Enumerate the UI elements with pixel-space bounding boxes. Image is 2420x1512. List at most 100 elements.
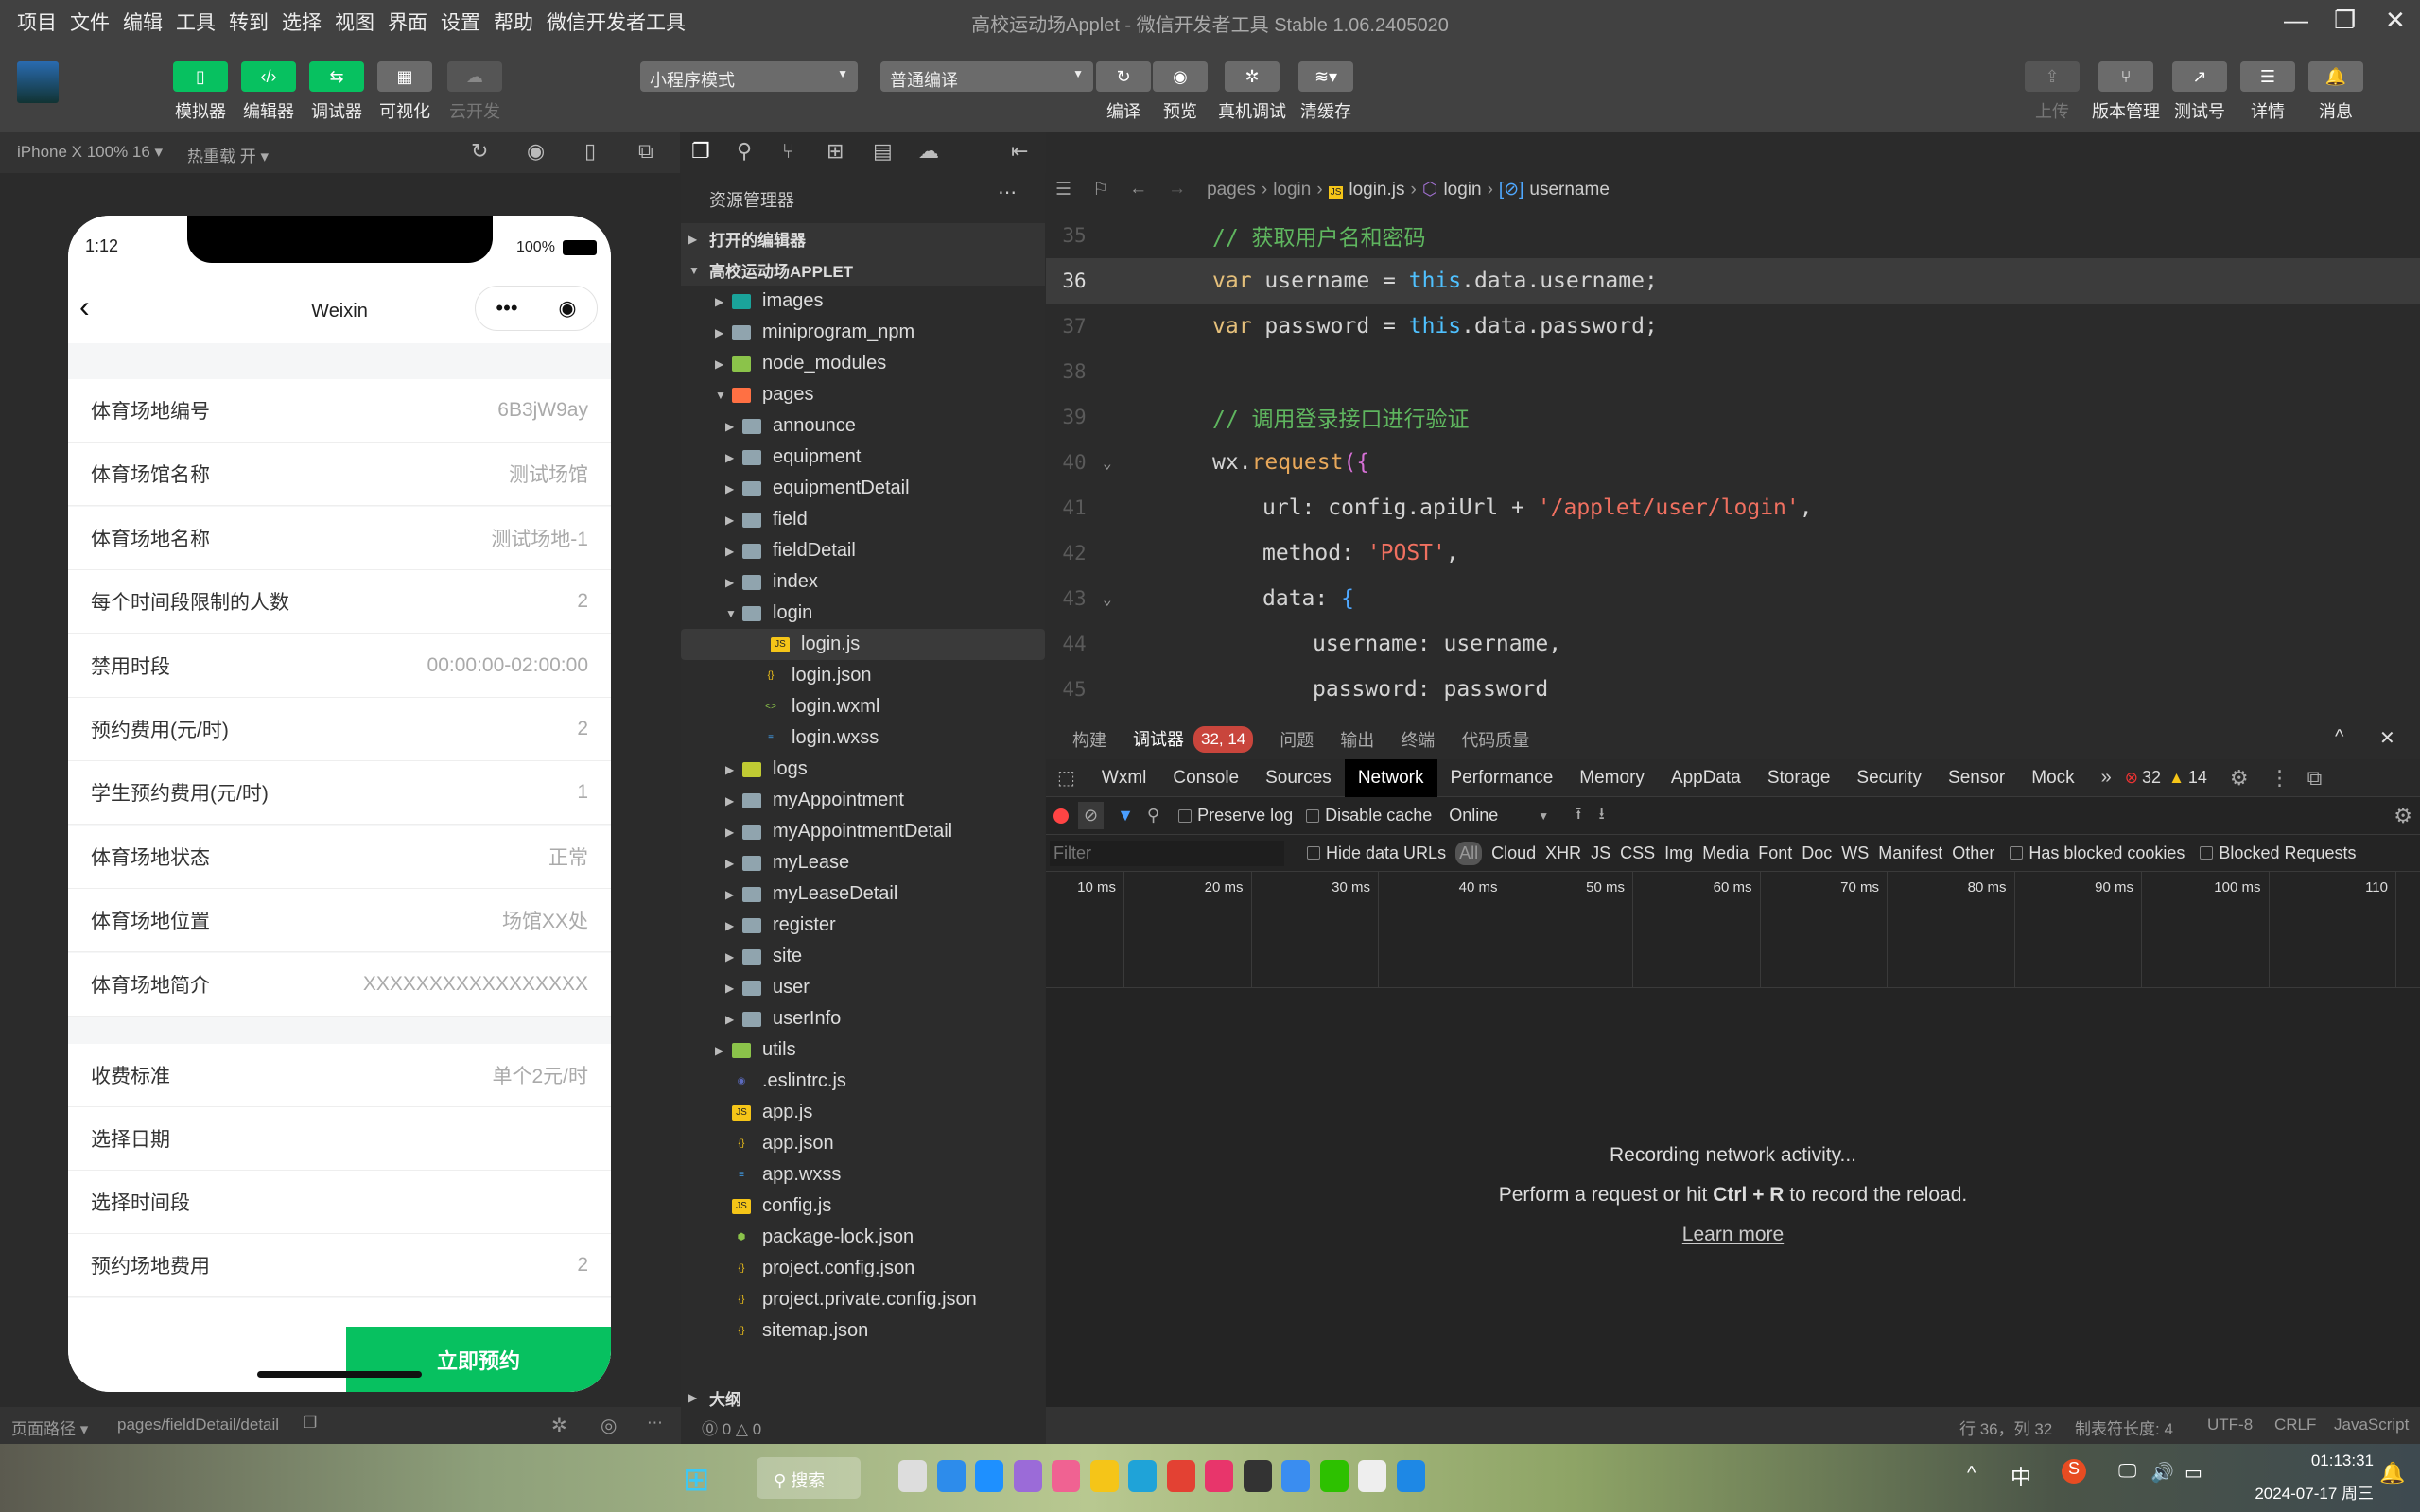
form-row[interactable]: 收费标准 单个2元/时 (68, 1044, 611, 1107)
status-more-icon[interactable]: ⋯ (647, 1414, 663, 1433)
code-line[interactable]: 44 username: username, (1046, 621, 2420, 667)
open-editors-section[interactable]: ▶ 打开的编辑器 (681, 223, 1045, 254)
volume-icon[interactable]: 🔊 (2150, 1461, 2174, 1485)
cloud-button[interactable]: ☁ (447, 61, 502, 92)
ime-indicator[interactable]: 中 (2011, 1461, 2031, 1491)
file-item[interactable]: JS login.js (681, 629, 1045, 660)
clock-time[interactable]: 01:13:31 (2232, 1451, 2374, 1470)
sogou-icon[interactable]: S (2062, 1459, 2086, 1484)
folder-item[interactable]: ▼ login (681, 598, 1045, 629)
external-button[interactable]: ↗ (2172, 61, 2227, 92)
file-item[interactable]: <> login.wxml (681, 691, 1045, 722)
windows-start-icon[interactable]: ⊞ (683, 1461, 710, 1499)
fold-chevron-icon[interactable]: ⌄ (1103, 590, 1122, 608)
debug-button[interactable]: ⇆ (309, 61, 364, 92)
book-now-button[interactable]: 立即预约 (346, 1327, 611, 1392)
folder-item[interactable]: ▶ myLeaseDetail (681, 878, 1045, 910)
breadcrumb-item[interactable]: login.js (1349, 180, 1404, 200)
problems-count[interactable]: ⓪ 0 △ 0 (702, 1416, 761, 1439)
dolphin-icon[interactable] (1281, 1460, 1310, 1492)
learn-more-link[interactable]: Learn more (1682, 1224, 1784, 1245)
file-item[interactable]: ≡ login.wxss (681, 722, 1045, 754)
code-line[interactable]: 40 ⌄ wx. request({ (1046, 440, 2420, 485)
close-miniprogram-icon[interactable]: ◉ (558, 296, 576, 321)
form-row[interactable]: 选择日期 (68, 1107, 611, 1171)
form-row[interactable]: 选择时间段 (68, 1171, 611, 1234)
folder-item[interactable]: ▶ field (681, 504, 1045, 535)
clock-date[interactable]: 2024-07-17 周三 (2213, 1480, 2374, 1503)
webstorm-icon[interactable] (1396, 1460, 1425, 1492)
explorer-more-icon[interactable]: ⋯ (998, 181, 1017, 204)
vscode-icon[interactable] (936, 1460, 966, 1492)
file-item[interactable]: ◉ .eslintrc.js (681, 1066, 1045, 1097)
code-line[interactable]: 39 // 调用登录接口进行验证 (1046, 394, 2420, 440)
forward-arrow-icon[interactable]: → (1168, 179, 1186, 200)
outline-list-icon[interactable]: ☰ (1055, 179, 1071, 200)
preview-eye-icon[interactable]: ◎ (601, 1414, 617, 1437)
code-line[interactable]: 38 (1046, 349, 2420, 394)
folder-item[interactable]: ▶ node_modules (681, 348, 1045, 379)
taskbar-search[interactable]: ⚲ 搜索 (757, 1457, 861, 1499)
file-item[interactable]: {} project.private.config.json (681, 1284, 1045, 1315)
mode-select[interactable]: 小程序模式 ▼ (640, 61, 858, 92)
folder-item[interactable]: ▶ equipmentDetail (681, 473, 1045, 504)
notification-bell-icon[interactable]: 🔔 (2379, 1461, 2405, 1486)
encoding[interactable]: UTF-8 (2207, 1416, 2253, 1434)
device-select[interactable]: iPhone X 100% 16 ▾ (17, 143, 163, 162)
eye-button[interactable]: ◉ (1153, 61, 1208, 92)
git-icon[interactable]: ⑂ (782, 139, 794, 164)
code-button[interactable]: ‹/› (241, 61, 296, 92)
code-line[interactable]: 35 // 获取用户名和密码 (1046, 213, 2420, 258)
scene-icon[interactable]: ✲ (551, 1414, 567, 1437)
folder-item[interactable]: ▼ pages (681, 379, 1045, 410)
breadcrumb-item[interactable]: login (1273, 180, 1311, 200)
folder-item[interactable]: ▶ equipment (681, 442, 1045, 473)
page-path-label[interactable]: 页面路径 ▾ (11, 1416, 88, 1439)
folder-item[interactable]: ▶ announce (681, 410, 1045, 442)
battery-tray-icon[interactable]: ▭ (2185, 1461, 2202, 1485)
folder-item[interactable]: ▶ fieldDetail (681, 535, 1045, 566)
folder-item[interactable]: ▶ logs (681, 754, 1045, 785)
folder-item[interactable]: ▶ myAppointment (681, 785, 1045, 816)
avatar[interactable] (17, 61, 59, 103)
edge-icon[interactable] (1128, 1460, 1157, 1492)
bell-button[interactable]: 🔔 (2308, 61, 2363, 92)
code-line[interactable]: 43 ⌄ data: { (1046, 576, 2420, 621)
stop-icon[interactable]: ◉ (527, 139, 545, 164)
files-icon[interactable]: ❐ (691, 139, 710, 164)
breadcrumb-item[interactable]: login (1443, 180, 1481, 200)
phone-button[interactable]: ▯ (173, 61, 228, 92)
file-item[interactable]: JS config.js (681, 1190, 1045, 1222)
storage-icon[interactable]: ▤ (873, 139, 893, 164)
file-item[interactable]: {} app.json (681, 1128, 1045, 1159)
code-line[interactable]: 37 var password = this .data.password; (1046, 304, 2420, 349)
folder-item[interactable]: ▶ images (681, 286, 1045, 317)
code-line[interactable]: 41 url: config.apiUrl + '/applet/user/log… (1046, 485, 2420, 530)
cursor-position[interactable]: 行 36，列 32 (1959, 1416, 2052, 1439)
project-section[interactable]: ▼ 高校运动场APPLET (681, 254, 1045, 286)
breadcrumb-item[interactable]: pages (1207, 180, 1256, 200)
folder-item[interactable]: ▶ index (681, 566, 1045, 598)
folder-item[interactable]: ▶ myAppointmentDetail (681, 816, 1045, 847)
code-line[interactable]: 36 var username = this .data.username; (1046, 258, 2420, 304)
code-line[interactable]: 45 password: password (1046, 667, 2420, 712)
menu-button[interactable]: ☰ (2240, 61, 2295, 92)
file-item[interactable]: {} login.json (681, 660, 1045, 691)
restart-icon[interactable]: ↻ (471, 139, 488, 164)
collapse-sidebar-icon[interactable]: ⇤ (1011, 139, 1028, 164)
copilot-icon[interactable] (1013, 1460, 1042, 1492)
wechat-icon[interactable] (1319, 1460, 1349, 1492)
file-item[interactable]: JS app.js (681, 1097, 1045, 1128)
back-arrow-icon[interactable]: ← (1129, 179, 1147, 200)
network-icon[interactable]: 🖵 (2118, 1461, 2136, 1483)
upload-button[interactable]: ⇪ (2025, 61, 2080, 92)
line-ending[interactable]: CRLF (2274, 1416, 2316, 1434)
photos-icon[interactable] (1052, 1460, 1080, 1492)
file-item[interactable]: {} project.config.json (681, 1253, 1045, 1284)
more-dots-icon[interactable]: ••• (496, 296, 517, 321)
layout-button[interactable]: ▦ (377, 61, 432, 92)
file-item[interactable]: ⬢ package-lock.json (681, 1222, 1045, 1253)
chrome-icon[interactable] (1166, 1460, 1195, 1492)
popout-icon[interactable]: ⧉ (638, 139, 653, 164)
folder-icon[interactable] (1089, 1460, 1119, 1492)
